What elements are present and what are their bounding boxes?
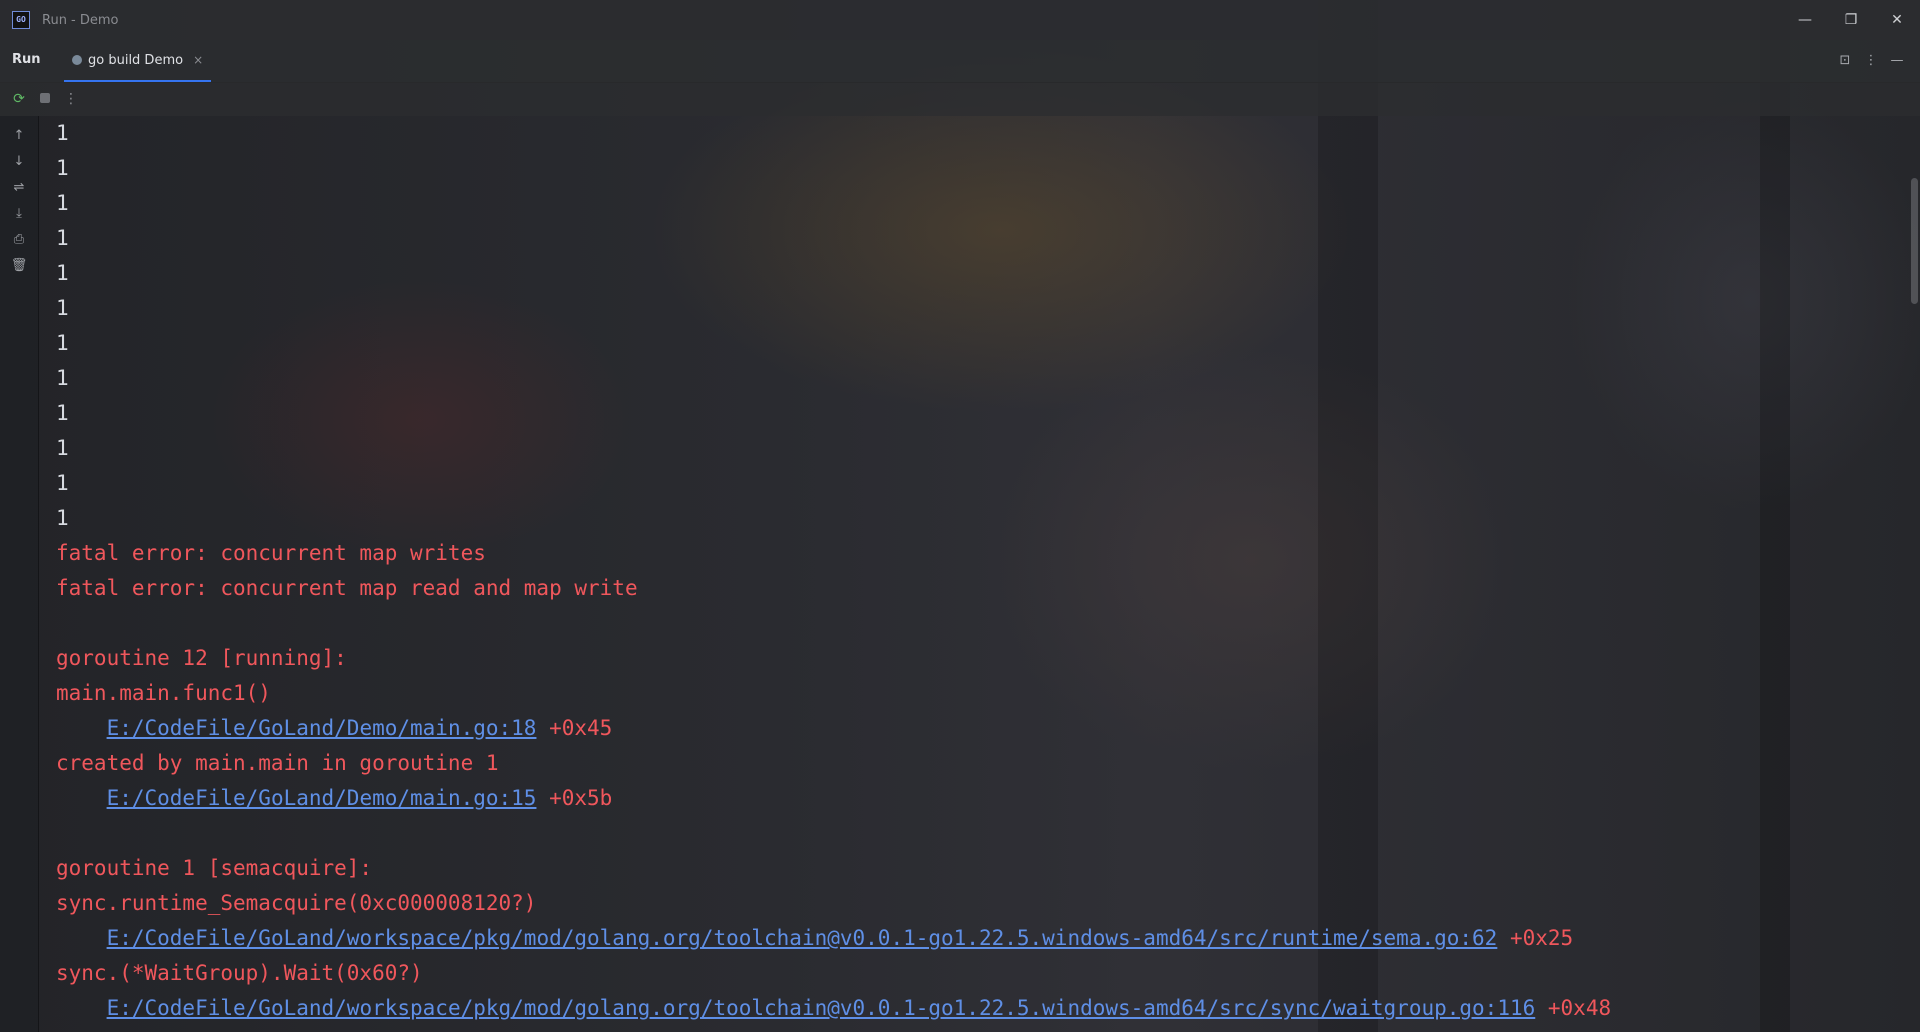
console-error-line: E:/CodeFile/GoLand/Demo/main.go:18 +0x45 (56, 711, 613, 746)
console-error-line: goroutine 1 [semacquire]: (56, 851, 372, 886)
console-output-line: 1 (56, 471, 69, 495)
close-window-button[interactable]: ✕ (1874, 0, 1920, 40)
console-output-line: 1 (56, 296, 69, 320)
minimize-button[interactable]: — (1782, 0, 1828, 40)
hide-panel-icon[interactable]: ⊡ (1832, 53, 1858, 68)
stack-trace-file-link[interactable]: E:/CodeFile/GoLand/Demo/main.go:15 (107, 786, 537, 810)
console-output-line: 1 (56, 331, 69, 355)
close-tab-icon[interactable]: × (193, 53, 203, 67)
console-output[interactable]: 1 1 1 1 1 1 1 1 1 1 1 1 fatal error: concurrent map … (38, 116, 1908, 1032)
console-error-line: main.main.func1() (56, 676, 271, 711)
error-text (56, 716, 107, 740)
error-text: main.main.func1() (56, 681, 271, 705)
scroll-down-icon[interactable]: ↓ (0, 148, 38, 174)
run-actions-toolbar: ⟳ ⋮ (0, 82, 1920, 116)
console-output-line: 1 (56, 261, 69, 285)
run-tool-window-header: Run go build Demo × ⊡ ⋮ — (0, 40, 1920, 83)
error-text: sync.runtime_Semacquire(0xc000008120?) (56, 891, 537, 915)
window-controls: — ❐ ✕ (1782, 0, 1920, 40)
error-text: sync.(*WaitGroup).Wait(0x60?) (56, 961, 423, 985)
scroll-to-end-icon[interactable]: ⤓ (0, 200, 38, 226)
ide-window: GO Run - Demo — ❐ ✕ Run go build Demo × … (0, 0, 1920, 1032)
console-error-line: goroutine 12 [running]: (56, 641, 347, 676)
error-text: goroutine 1 [semacquire]: (56, 856, 373, 880)
console-error-line: E:/CodeFile/GoLand/workspace/pkg/mod/gol… (56, 991, 1612, 1026)
console-output-line: 1 (56, 366, 69, 390)
error-text (56, 786, 107, 810)
more-actions-icon[interactable]: ⋮ (58, 91, 84, 107)
scroll-up-icon[interactable]: ↑ (0, 122, 38, 148)
console-output-line: 1 (56, 226, 69, 250)
tool-window-title: Run (12, 52, 41, 67)
console-output-line: 1 (56, 401, 69, 425)
soft-wrap-icon[interactable]: ⇌ (0, 174, 38, 200)
console-error-line: created by main.main in goroutine 1 (56, 746, 499, 781)
header-actions: ⊡ ⋮ — (1832, 40, 1910, 80)
console-output-line: 1 (56, 121, 69, 145)
error-text: +0x5b (536, 786, 613, 810)
console-scrollbar[interactable] (1911, 178, 1918, 304)
title-bar: GO Run - Demo — ❐ ✕ (0, 0, 1920, 40)
error-text: +0x45 (536, 716, 613, 740)
console-output-line: 1 (56, 436, 69, 460)
tab-go-build-demo[interactable]: go build Demo × (64, 40, 212, 82)
error-text: created by main.main in goroutine 1 (56, 751, 499, 775)
console-output-line: 1 (56, 191, 69, 215)
console-error-line: E:/CodeFile/GoLand/workspace/pkg/mod/gol… (56, 921, 1574, 956)
console-error-line: sync.(*WaitGroup).Wait(0x60?) (56, 956, 423, 991)
error-text: fatal error: concurrent map read and map… (56, 576, 638, 600)
error-text (56, 926, 107, 950)
window-title: Run - Demo (42, 12, 119, 28)
error-text: +0x25 (1497, 926, 1574, 950)
console-side-toolbar: ↑ ↓ ⇌ ⤓ ⎙ 🗑 (0, 116, 39, 1032)
options-menu-icon[interactable]: ⋮ (1858, 53, 1884, 68)
console-error-line: sync.runtime_Semacquire(0xc000008120?) (56, 886, 536, 921)
stack-trace-file-link[interactable]: E:/CodeFile/GoLand/workspace/pkg/mod/gol… (107, 996, 1536, 1020)
console-error-line: E:/CodeFile/GoLand/Demo/main.go:15 +0x5b (56, 781, 613, 816)
minimize-panel-icon[interactable]: — (1884, 53, 1910, 68)
error-text: +0x48 (1535, 996, 1612, 1020)
clear-all-icon[interactable]: 🗑 (0, 252, 38, 278)
error-text: goroutine 12 [running]: (56, 646, 347, 670)
stop-icon[interactable] (32, 91, 58, 107)
console-error-line: fatal error: concurrent map read and map… (56, 571, 638, 606)
error-text (56, 996, 107, 1020)
goland-logo-icon: GO (12, 11, 30, 29)
error-text: fatal error: concurrent map writes (56, 541, 486, 565)
console-output-line: 1 (56, 506, 69, 530)
tab-label: go build Demo (88, 52, 184, 68)
rerun-icon[interactable]: ⟳ (6, 91, 32, 107)
stack-trace-file-link[interactable]: E:/CodeFile/GoLand/Demo/main.go:18 (107, 716, 537, 740)
console-error-line: fatal error: concurrent map writes (56, 536, 486, 571)
restore-button[interactable]: ❐ (1828, 0, 1874, 40)
gopher-icon (72, 55, 82, 65)
console-output-line: 1 (56, 156, 69, 180)
stack-trace-file-link[interactable]: E:/CodeFile/GoLand/workspace/pkg/mod/gol… (107, 926, 1498, 950)
print-icon[interactable]: ⎙ (0, 226, 38, 252)
